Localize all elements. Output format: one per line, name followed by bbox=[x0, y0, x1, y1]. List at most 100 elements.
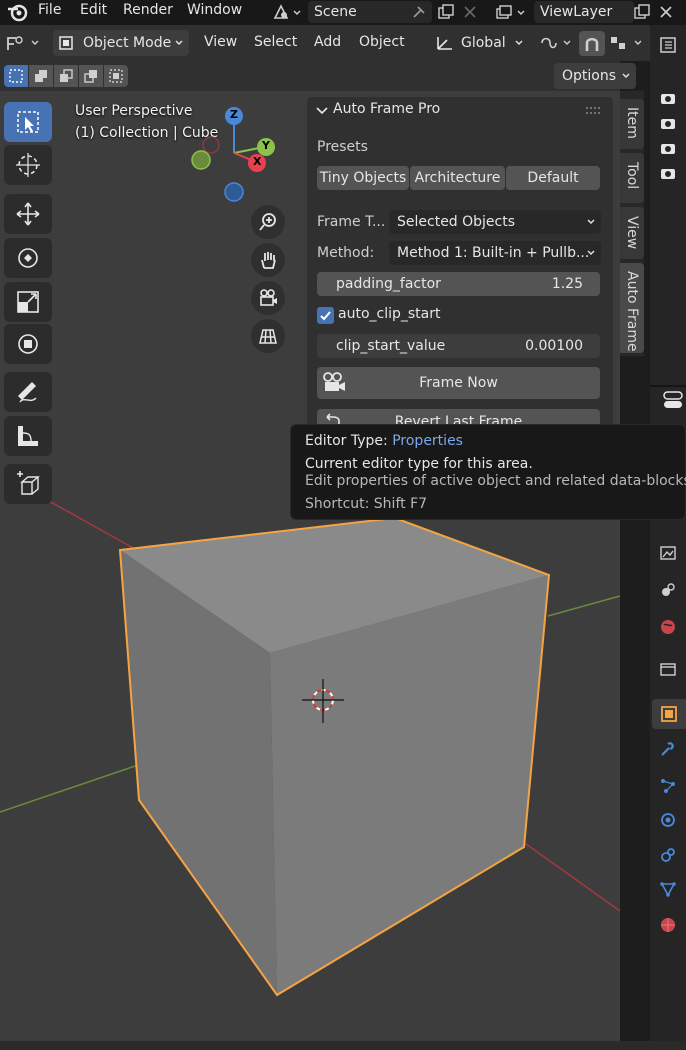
tool-move[interactable] bbox=[4, 194, 52, 234]
object-properties-tab[interactable] bbox=[652, 699, 686, 729]
gizmo-y-label: Y bbox=[262, 139, 270, 152]
tab-auto-frame[interactable]: Auto Frame bbox=[620, 263, 644, 353]
menu-object[interactable]: Object bbox=[359, 34, 405, 50]
pivot-point-icon[interactable] bbox=[536, 32, 576, 54]
menu-view[interactable]: View bbox=[204, 34, 237, 50]
select-mode-new-button[interactable] bbox=[4, 65, 28, 87]
snap-toggle[interactable] bbox=[579, 31, 605, 56]
camera-view-button[interactable] bbox=[251, 281, 285, 315]
delete-view-layer-icon[interactable] bbox=[658, 4, 674, 20]
options-dropdown[interactable]: Options bbox=[554, 63, 636, 89]
tab-tool-label: Tool bbox=[624, 162, 640, 190]
view-layer-selector-icon[interactable] bbox=[494, 3, 530, 22]
collection-properties-icon[interactable] bbox=[660, 661, 676, 677]
outliner-editor-icon[interactable] bbox=[658, 35, 678, 55]
camera-icon bbox=[323, 372, 345, 391]
editor-type-icon[interactable] bbox=[4, 32, 44, 54]
tool-annotate[interactable] bbox=[4, 372, 52, 412]
camera-restrict-icon[interactable] bbox=[660, 140, 676, 156]
modifier-properties-icon[interactable] bbox=[660, 741, 676, 757]
scene-properties-icon[interactable] bbox=[660, 582, 676, 598]
tool-measure[interactable] bbox=[4, 416, 52, 456]
render-properties-icon[interactable] bbox=[660, 545, 676, 561]
select-mode-subtract-button[interactable] bbox=[54, 65, 78, 87]
tab-tool[interactable]: Tool bbox=[620, 153, 644, 203]
select-mode-invert-button[interactable] bbox=[79, 65, 103, 87]
delete-scene-icon[interactable] bbox=[462, 4, 478, 20]
transform-orientation-dropdown[interactable]: Global bbox=[431, 30, 529, 56]
data-properties-icon[interactable] bbox=[660, 881, 676, 897]
menu-add[interactable]: Add bbox=[314, 34, 341, 50]
blender-logo-icon[interactable] bbox=[6, 3, 28, 22]
frame-target-label: Frame T... bbox=[317, 214, 386, 230]
chevron-down-icon bbox=[175, 40, 183, 45]
auto-clip-start-checkbox[interactable] bbox=[317, 307, 334, 324]
tooltip-title-prefix: Editor Type: bbox=[305, 433, 388, 449]
tab-item[interactable]: Item bbox=[620, 99, 644, 149]
clip-start-value-field[interactable]: clip_start_value 0.00100 bbox=[317, 334, 600, 358]
new-scene-icon[interactable] bbox=[436, 3, 456, 21]
viewport-header: Object Mode View Select Add Object Globa… bbox=[0, 25, 650, 61]
menu-select[interactable]: Select bbox=[254, 34, 297, 50]
snap-target-icon[interactable] bbox=[607, 32, 647, 54]
pin-icon[interactable] bbox=[411, 4, 427, 20]
tooltip-shortcut: Shortcut: Shift F7 bbox=[305, 496, 428, 512]
scene-selector-icon[interactable] bbox=[272, 3, 304, 22]
neg-z-axis-icon bbox=[224, 182, 244, 202]
pan-button[interactable] bbox=[251, 243, 285, 277]
tool-scale[interactable] bbox=[4, 282, 52, 322]
neg-x-axis-icon bbox=[202, 136, 220, 154]
projection-toggle-button[interactable] bbox=[251, 319, 285, 353]
top-menu-bar: File Edit Render Window Scene ViewLayer bbox=[0, 0, 686, 25]
select-box-icon bbox=[17, 111, 39, 133]
tool-cursor[interactable] bbox=[4, 145, 52, 185]
method-dropdown[interactable]: Method 1: Built-in + Pullb... bbox=[389, 241, 601, 265]
panel-title: Auto Frame Pro bbox=[333, 101, 441, 117]
menu-window[interactable]: Window bbox=[187, 2, 242, 18]
frame-target-value: Selected Objects bbox=[397, 214, 516, 230]
mode-label: Object Mode bbox=[83, 35, 172, 51]
physics-properties-icon[interactable] bbox=[660, 812, 676, 828]
neg-y-axis-icon bbox=[191, 150, 211, 170]
panel-header[interactable]: Auto Frame Pro bbox=[307, 97, 613, 125]
chevron-down-icon bbox=[515, 40, 523, 45]
properties-editor-icon[interactable] bbox=[662, 389, 684, 411]
padding-factor-label: padding_factor bbox=[336, 276, 441, 292]
add-cube-icon bbox=[17, 471, 40, 495]
menu-file[interactable]: File bbox=[38, 2, 61, 18]
menu-edit[interactable]: Edit bbox=[80, 2, 107, 18]
new-view-layer-icon[interactable] bbox=[632, 3, 652, 21]
tooltip-description: Current editor type for this area. bbox=[305, 456, 533, 472]
frame-target-dropdown[interactable]: Selected Objects bbox=[389, 210, 601, 234]
tool-select-box[interactable] bbox=[4, 102, 52, 142]
auto-clip-start-label[interactable]: auto_clip_start bbox=[338, 306, 440, 322]
orientation-label: Global bbox=[461, 35, 506, 51]
status-bar bbox=[0, 1041, 686, 1050]
drag-handle-icon[interactable] bbox=[585, 106, 601, 116]
camera-restrict-icon[interactable] bbox=[660, 115, 676, 131]
y-axis-line bbox=[547, 595, 620, 617]
select-mode-intersect-button[interactable] bbox=[104, 65, 128, 87]
frame-now-button[interactable]: Frame Now bbox=[317, 367, 600, 399]
zoom-button[interactable] bbox=[251, 205, 285, 239]
tool-rotate[interactable] bbox=[4, 238, 52, 278]
mode-dropdown[interactable]: Object Mode bbox=[53, 30, 189, 56]
properties-editor-strip bbox=[650, 25, 686, 1041]
tab-view[interactable]: View bbox=[620, 207, 644, 259]
preset-tiny-objects-button[interactable]: Tiny Objects bbox=[317, 166, 409, 190]
select-mode-extend-button[interactable] bbox=[29, 65, 53, 87]
tool-add-cube[interactable] bbox=[4, 464, 52, 504]
constraints-properties-icon[interactable] bbox=[660, 847, 676, 863]
world-properties-icon[interactable] bbox=[660, 619, 676, 635]
padding-factor-field[interactable]: padding_factor 1.25 bbox=[317, 272, 600, 296]
camera-restrict-icon[interactable] bbox=[660, 90, 676, 106]
tool-transform[interactable] bbox=[4, 324, 52, 364]
particles-properties-icon[interactable] bbox=[660, 778, 676, 794]
camera-restrict-icon[interactable] bbox=[660, 165, 676, 181]
view-layer-name-field[interactable]: ViewLayer bbox=[534, 1, 634, 23]
preset-architecture-button[interactable]: Architecture bbox=[410, 166, 505, 190]
material-properties-icon[interactable] bbox=[660, 917, 676, 933]
preset-default-button[interactable]: Default bbox=[506, 166, 600, 190]
menu-render[interactable]: Render bbox=[123, 2, 173, 18]
tooltip-title: Editor Type: Properties bbox=[305, 433, 463, 449]
